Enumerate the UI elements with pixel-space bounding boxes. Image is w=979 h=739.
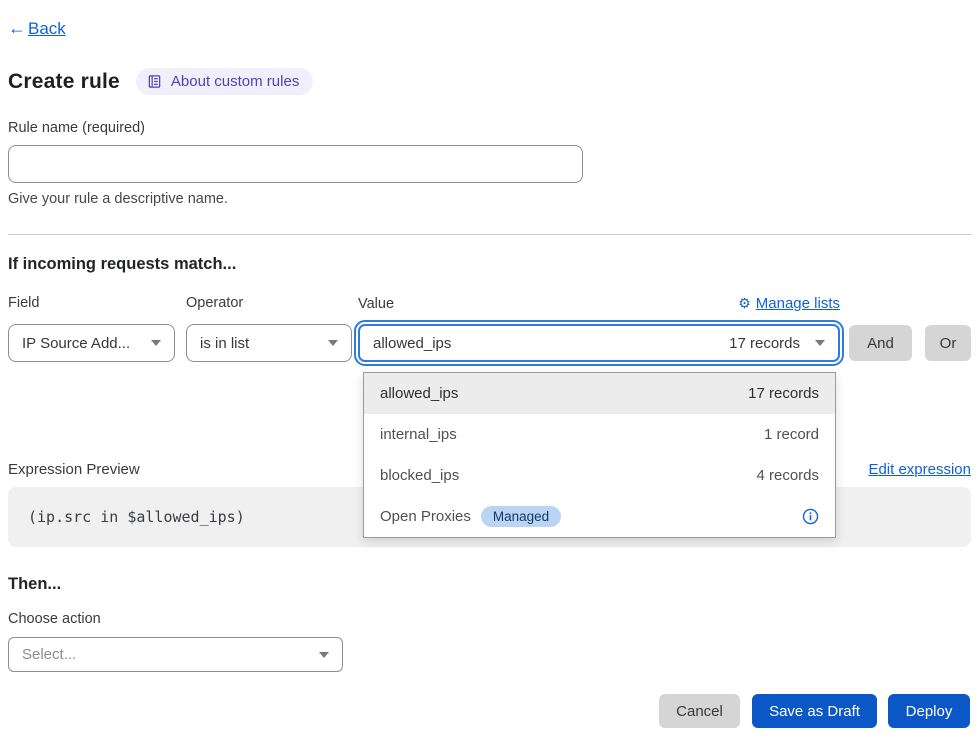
list-option-name: Open Proxies [380,508,471,525]
list-option-blocked-ips[interactable]: blocked_ips 4 records [364,455,835,496]
section-divider [8,234,971,235]
back-link[interactable]: ←Back [8,18,66,39]
info-icon[interactable] [802,508,819,525]
create-rule-page: ←Back Create rule About custom rules Rul… [0,0,979,739]
value-select-selected: allowed_ips [373,335,451,352]
back-link-label: Back [28,19,66,39]
builder-controls-row: IP Source Add... is in list allowed_ips … [8,324,971,362]
list-option-name: blocked_ips [380,467,459,484]
value-select[interactable]: allowed_ips 17 records [358,324,840,362]
action-select-placeholder: Select... [22,646,76,663]
edit-expression-link[interactable]: Edit expression [868,461,971,478]
book-icon [147,74,162,89]
list-option-open-proxies[interactable]: Open Proxies Managed [364,496,835,537]
expression-code: (ip.src in $allowed_ips) [28,508,245,526]
value-select-right: 17 records [729,335,825,352]
list-option-name: internal_ips [380,426,457,443]
value-label-row: Value ⚙ Manage lists [358,295,840,312]
about-custom-rules-label: About custom rules [171,73,299,90]
value-select-count: 17 records [729,335,800,352]
about-custom-rules-link[interactable]: About custom rules [136,68,313,95]
chevron-down-icon [815,340,825,346]
list-option-count: 17 records [748,385,819,402]
list-option-internal-ips[interactable]: internal_ips 1 record [364,414,835,455]
action-select[interactable]: Select... [8,637,343,672]
operator-select[interactable]: is in list [186,324,352,362]
condition-builder: Field Operator Value ⚙ Manage lists IP S… [8,295,971,362]
choose-action-label: Choose action [8,611,971,627]
value-label: Value [358,296,394,312]
list-option-name: allowed_ips [380,385,458,402]
rule-name-input[interactable] [8,145,583,183]
chevron-down-icon [319,652,329,658]
chevron-down-icon [151,340,161,346]
cancel-button[interactable]: Cancel [659,694,740,728]
gear-icon: ⚙ [738,295,751,312]
then-section-heading: Then... [8,575,971,594]
field-select[interactable]: IP Source Add... [8,324,175,362]
value-column: allowed_ips 17 records allowed_ips 17 re… [358,324,840,362]
lists-dropdown-panel: allowed_ips 17 records internal_ips 1 re… [363,372,836,538]
list-option-count: 4 records [756,467,819,484]
manage-lists-link[interactable]: ⚙ Manage lists [738,295,840,312]
save-as-draft-button[interactable]: Save as Draft [752,694,877,728]
field-select-value: IP Source Add... [22,335,130,352]
managed-badge: Managed [481,506,561,527]
list-option-count: 1 record [764,426,819,443]
chevron-down-icon [328,340,338,346]
match-section-heading: If incoming requests match... [8,255,971,274]
manage-lists-label: Manage lists [756,295,840,312]
title-row: Create rule About custom rules [8,68,971,95]
deploy-button[interactable]: Deploy [888,694,970,728]
list-option-allowed-ips[interactable]: allowed_ips 17 records [364,373,835,414]
list-option-left: Open Proxies Managed [380,506,561,527]
operator-label: Operator [186,295,358,312]
or-button[interactable]: Or [925,325,971,361]
footer-actions: Cancel Save as Draft Deploy [8,694,971,728]
back-arrow-icon: ← [8,18,26,39]
page-title: Create rule [8,70,120,94]
rule-name-helper: Give your rule a descriptive name. [8,191,971,207]
expression-preview-label: Expression Preview [8,461,140,478]
builder-labels-row: Field Operator Value ⚙ Manage lists [8,295,971,312]
and-button[interactable]: And [849,325,912,361]
rule-name-label: Rule name (required) [8,120,971,136]
field-label: Field [8,295,186,312]
operator-select-value: is in list [200,335,249,352]
